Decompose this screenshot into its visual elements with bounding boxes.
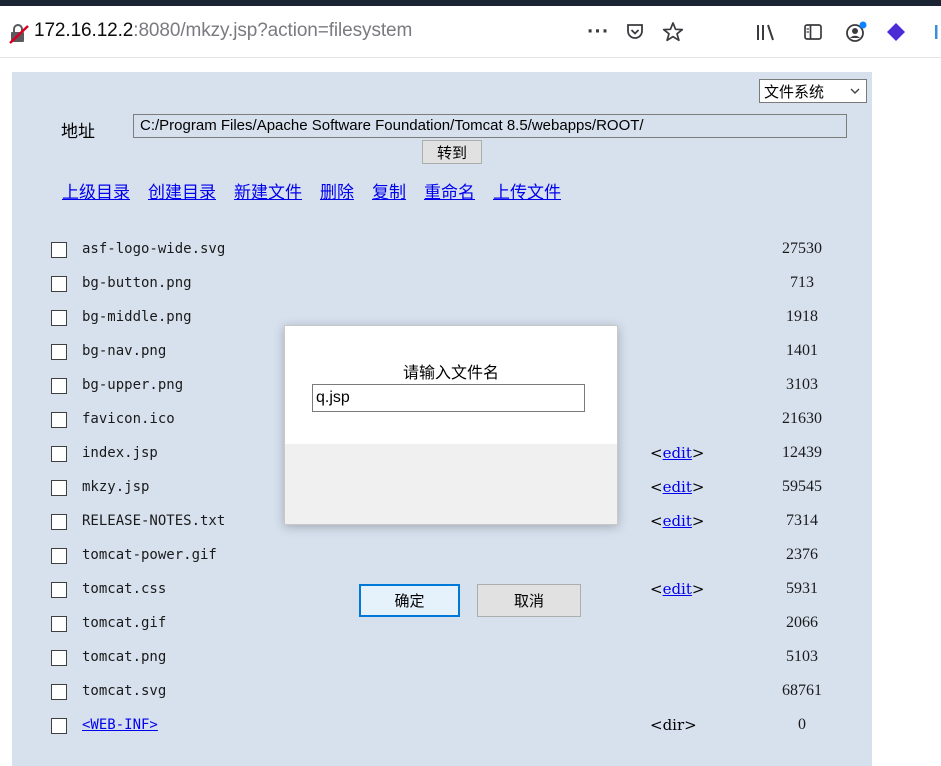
- edit-link-wrap: <edit>: [650, 478, 705, 496]
- file-size: 7314: [786, 512, 818, 529]
- overflow-edge-icon: [930, 20, 941, 44]
- page-actions-icon[interactable]: ···: [583, 20, 613, 44]
- edit-link[interactable]: edit: [663, 512, 692, 530]
- file-size: 2066: [786, 614, 818, 631]
- file-checkbox[interactable]: [51, 684, 67, 700]
- dialog-body: 请输入文件名 q.jsp: [285, 326, 617, 444]
- file-checkbox[interactable]: [51, 480, 67, 496]
- file-size: 713: [790, 274, 814, 291]
- file-row: bg-button.png 713: [0, 266, 941, 300]
- edit-link[interactable]: edit: [663, 478, 692, 496]
- edit-link-wrap: <edit>: [650, 512, 705, 530]
- file-size: 21630: [782, 410, 822, 427]
- goto-button[interactable]: 转到: [422, 140, 482, 164]
- url-host: 172.16.12.2: [34, 20, 134, 41]
- file-size: 2376: [786, 546, 818, 563]
- file-size: 27530: [782, 240, 822, 257]
- file-row: tomcat.gif 2066: [0, 606, 941, 640]
- file-size: 1918: [786, 308, 818, 325]
- insecure-connection-icon[interactable]: [8, 24, 30, 44]
- file-name: tomcat-power.gif: [82, 547, 217, 563]
- link-upload-file[interactable]: 上传文件: [493, 178, 561, 203]
- file-checkbox[interactable]: [51, 412, 67, 428]
- file-checkbox[interactable]: [51, 344, 67, 360]
- file-name: tomcat.css: [82, 581, 167, 597]
- file-size: 3103: [786, 376, 818, 393]
- dialog-message: 请输入文件名: [402, 363, 499, 382]
- link-copy[interactable]: 复制: [372, 178, 406, 203]
- filename-input[interactable]: q.jsp: [312, 384, 585, 412]
- link-parent-dir[interactable]: 上级目录: [62, 178, 130, 203]
- mode-select-value: 文件系统: [764, 82, 825, 101]
- file-checkbox[interactable]: [51, 650, 67, 666]
- file-name: bg-button.png: [82, 275, 192, 291]
- file-checkbox[interactable]: [51, 310, 67, 326]
- file-name: bg-upper.png: [82, 377, 184, 393]
- address-input[interactable]: C:/Program Files/Apache Software Foundat…: [133, 114, 847, 138]
- file-name: mkzy.jsp: [82, 479, 150, 495]
- file-checkbox[interactable]: [51, 276, 67, 292]
- mode-select[interactable]: 文件系统: [759, 79, 867, 103]
- file-checkbox[interactable]: [51, 514, 67, 530]
- file-row: tomcat.png 5103: [0, 640, 941, 674]
- file-name: index.jsp: [82, 445, 158, 461]
- edit-link[interactable]: edit: [663, 580, 692, 598]
- file-row: asf-logo-wide.svg 27530: [0, 232, 941, 266]
- ok-button[interactable]: 确定: [359, 584, 460, 617]
- edit-link-wrap: <edit>: [650, 580, 705, 598]
- browser-toolbar: 172.16.12.2:8080/mkzy.jsp?action=filesys…: [0, 6, 941, 58]
- file-size: 68761: [782, 682, 822, 699]
- chevron-down-icon: [849, 82, 861, 104]
- file-checkbox[interactable]: [51, 616, 67, 632]
- edit-link-wrap: <edit>: [650, 444, 705, 462]
- file-checkbox[interactable]: [51, 548, 67, 564]
- file-name: asf-logo-wide.svg: [82, 241, 226, 257]
- library-icon[interactable]: [752, 20, 780, 44]
- file-checkbox[interactable]: [51, 582, 67, 598]
- url-field[interactable]: 172.16.12.2:8080/mkzy.jsp?action=filesys…: [34, 20, 412, 42]
- bookmark-star-icon[interactable]: [660, 20, 686, 44]
- pocket-icon[interactable]: [622, 20, 648, 44]
- file-row: <WEB-INF> <dir> 0: [0, 708, 941, 742]
- edit-link[interactable]: edit: [663, 444, 692, 462]
- link-delete[interactable]: 删除: [320, 178, 354, 203]
- dialog-footer: 确定 取消: [285, 444, 617, 617]
- file-name: tomcat.gif: [82, 615, 167, 631]
- file-name: tomcat.svg: [82, 683, 167, 699]
- extension-icon[interactable]: [883, 20, 909, 44]
- file-row: tomcat-power.gif 2376: [0, 538, 941, 572]
- file-size: 12439: [782, 444, 822, 461]
- file-checkbox[interactable]: [51, 446, 67, 462]
- file-row: tomcat.svg 68761: [0, 674, 941, 708]
- file-name: bg-middle.png: [82, 309, 192, 325]
- account-icon[interactable]: [843, 20, 869, 44]
- file-size: 0: [798, 716, 806, 733]
- file-size: 5931: [786, 580, 818, 597]
- file-name: favicon.ico: [82, 411, 175, 427]
- dir-marker: <dir>: [650, 716, 697, 734]
- sidebar-icon[interactable]: [800, 20, 826, 44]
- file-size: 1401: [786, 342, 818, 359]
- dir-link[interactable]: <WEB-INF>: [82, 717, 158, 733]
- cancel-button[interactable]: 取消: [477, 584, 581, 617]
- action-links: 上级目录 创建目录 新建文件 删除 复制 重命名 上传文件: [62, 178, 579, 203]
- address-label: 地址: [61, 122, 95, 142]
- link-rename[interactable]: 重命名: [424, 178, 475, 203]
- file-checkbox[interactable]: [51, 242, 67, 258]
- filename-prompt-dialog: 请输入文件名 q.jsp 确定 取消: [284, 325, 618, 617]
- file-size: 5103: [786, 648, 818, 665]
- file-checkbox[interactable]: [51, 718, 67, 734]
- file-name: tomcat.png: [82, 649, 167, 665]
- link-create-dir[interactable]: 创建目录: [148, 178, 216, 203]
- file-name: bg-nav.png: [82, 343, 167, 359]
- file-size: 59545: [782, 478, 822, 495]
- file-name: RELEASE-NOTES.txt: [82, 513, 226, 529]
- file-checkbox[interactable]: [51, 378, 67, 394]
- link-new-file[interactable]: 新建文件: [234, 178, 302, 203]
- url-path: :8080/mkzy.jsp?action=filesystem: [133, 20, 413, 41]
- file-row: tomcat.css <edit> 5931: [0, 572, 941, 606]
